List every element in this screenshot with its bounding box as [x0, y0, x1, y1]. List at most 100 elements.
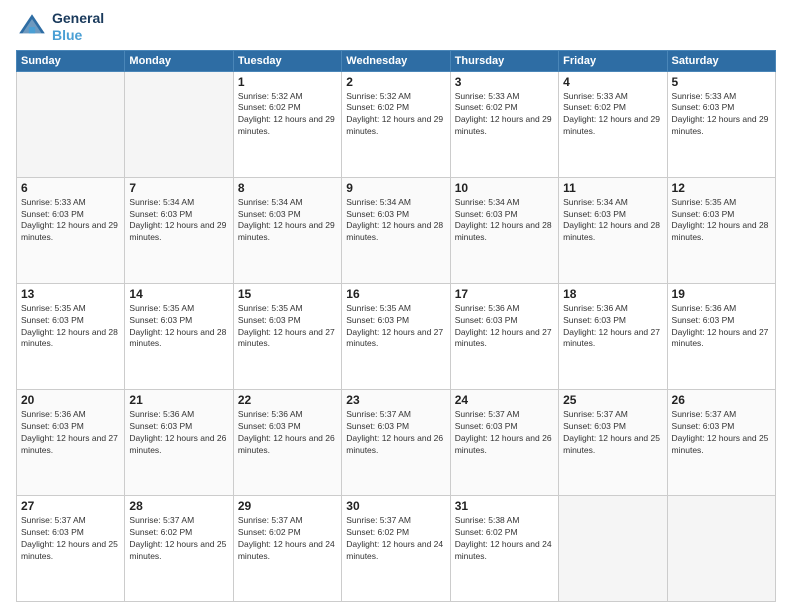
- calendar-week-2: 6 Sunrise: 5:33 AM Sunset: 6:03 PM Daylig…: [17, 177, 776, 283]
- logo-text: General Blue: [52, 10, 104, 44]
- day-number: 20: [21, 393, 120, 407]
- day-number: 4: [563, 75, 662, 89]
- calendar-cell: 17 Sunrise: 5:36 AM Sunset: 6:03 PM Dayli…: [450, 283, 558, 389]
- calendar-cell: 14Sunrise: 5:35 AM Sunset: 6:03 PM Dayli…: [125, 283, 233, 389]
- calendar-cell: [17, 71, 125, 177]
- calendar-cell: 18Sunrise: 5:36 AM Sunset: 6:03 PM Dayli…: [559, 283, 667, 389]
- day-number: 10: [455, 181, 554, 195]
- day-number: 19: [672, 287, 771, 301]
- weekday-header-tuesday: Tuesday: [233, 50, 341, 71]
- calendar-week-5: 27 Sunrise: 5:37 AM Sunset: 6:03 PM Dayli…: [17, 495, 776, 601]
- day-number: 13: [21, 287, 120, 301]
- day-info: Sunrise: 5:33 AM Sunset: 6:02 PM Dayligh…: [455, 91, 554, 139]
- day-number: 23: [346, 393, 445, 407]
- day-info: Sunrise: 5:37 AM Sunset: 6:03 PM Dayligh…: [672, 409, 771, 457]
- calendar-cell: 3 Sunrise: 5:33 AM Sunset: 6:02 PM Daylig…: [450, 71, 558, 177]
- day-number: 2: [346, 75, 445, 89]
- calendar-cell: [559, 495, 667, 601]
- weekday-header-saturday: Saturday: [667, 50, 775, 71]
- calendar-cell: 8 Sunrise: 5:34 AM Sunset: 6:03 PM Daylig…: [233, 177, 341, 283]
- day-number: 30: [346, 499, 445, 513]
- calendar-cell: 23 Sunrise: 5:37 AM Sunset: 6:03 PM Dayli…: [342, 389, 450, 495]
- day-number: 28: [129, 499, 228, 513]
- calendar-cell: 1 Sunrise: 5:32 AM Sunset: 6:02 PM Daylig…: [233, 71, 341, 177]
- page: General Blue SundayMondayTuesdayWednesda…: [0, 0, 792, 612]
- calendar-cell: 26Sunrise: 5:37 AM Sunset: 6:03 PM Dayli…: [667, 389, 775, 495]
- calendar-cell: 9 Sunrise: 5:34 AM Sunset: 6:03 PM Daylig…: [342, 177, 450, 283]
- calendar-cell: 24 Sunrise: 5:37 AM Sunset: 6:03 PM Dayli…: [450, 389, 558, 495]
- day-info: Sunrise: 5:35 AM Sunset: 6:03 PM Dayligh…: [672, 197, 771, 245]
- day-number: 25: [563, 393, 662, 407]
- day-number: 8: [238, 181, 337, 195]
- day-number: 7: [129, 181, 228, 195]
- calendar-cell: 21 Sunrise: 5:36 AM Sunset: 6:03 PM Dayli…: [125, 389, 233, 495]
- weekday-header-friday: Friday: [559, 50, 667, 71]
- calendar-cell: 2 Sunrise: 5:32 AM Sunset: 6:02 PM Daylig…: [342, 71, 450, 177]
- calendar-cell: 11 Sunrise: 5:34 AM Sunset: 6:03 PM Dayli…: [559, 177, 667, 283]
- day-info: Sunrise: 5:34 AM Sunset: 6:03 PM Dayligh…: [346, 197, 445, 245]
- calendar-cell: 27 Sunrise: 5:37 AM Sunset: 6:03 PM Dayli…: [17, 495, 125, 601]
- day-number: 27: [21, 499, 120, 513]
- calendar-cell: 10Sunrise: 5:34 AM Sunset: 6:03 PM Dayli…: [450, 177, 558, 283]
- day-number: 12: [672, 181, 771, 195]
- day-number: 1: [238, 75, 337, 89]
- day-info: Sunrise: 5:35 AM Sunset: 6:03 PM Dayligh…: [129, 303, 228, 351]
- calendar-cell: 28 Sunrise: 5:37 AM Sunset: 6:02 PM Dayli…: [125, 495, 233, 601]
- header: General Blue: [16, 10, 776, 44]
- day-number: 3: [455, 75, 554, 89]
- calendar-body: 1 Sunrise: 5:32 AM Sunset: 6:02 PM Daylig…: [17, 71, 776, 601]
- calendar-cell: 30 Sunrise: 5:37 AM Sunset: 6:02 PM Dayli…: [342, 495, 450, 601]
- day-info: Sunrise: 5:36 AM Sunset: 6:03 PM Dayligh…: [455, 303, 554, 351]
- day-info: Sunrise: 5:36 AM Sunset: 6:03 PM Dayligh…: [672, 303, 771, 351]
- day-info: Sunrise: 5:35 AM Sunset: 6:03 PM Dayligh…: [238, 303, 337, 351]
- day-info: Sunrise: 5:34 AM Sunset: 6:03 PM Dayligh…: [563, 197, 662, 245]
- day-info: Sunrise: 5:32 AM Sunset: 6:02 PM Dayligh…: [238, 91, 337, 139]
- day-info: Sunrise: 5:34 AM Sunset: 6:03 PM Dayligh…: [129, 197, 228, 245]
- day-info: Sunrise: 5:36 AM Sunset: 6:03 PM Dayligh…: [238, 409, 337, 457]
- calendar-cell: 13 Sunrise: 5:35 AM Sunset: 6:03 PM Dayli…: [17, 283, 125, 389]
- day-number: 21: [129, 393, 228, 407]
- day-number: 6: [21, 181, 120, 195]
- day-info: Sunrise: 5:37 AM Sunset: 6:02 PM Dayligh…: [129, 515, 228, 563]
- logo-icon: [16, 11, 48, 43]
- calendar-cell: 4Sunrise: 5:33 AM Sunset: 6:02 PM Daylig…: [559, 71, 667, 177]
- calendar-week-1: 1 Sunrise: 5:32 AM Sunset: 6:02 PM Daylig…: [17, 71, 776, 177]
- day-info: Sunrise: 5:37 AM Sunset: 6:03 PM Dayligh…: [455, 409, 554, 457]
- day-number: 17: [455, 287, 554, 301]
- day-info: Sunrise: 5:35 AM Sunset: 6:03 PM Dayligh…: [346, 303, 445, 351]
- calendar-cell: 5Sunrise: 5:33 AM Sunset: 6:03 PM Daylig…: [667, 71, 775, 177]
- day-info: Sunrise: 5:38 AM Sunset: 6:02 PM Dayligh…: [455, 515, 554, 563]
- weekday-header-monday: Monday: [125, 50, 233, 71]
- calendar: SundayMondayTuesdayWednesdayThursdayFrid…: [16, 50, 776, 602]
- day-info: Sunrise: 5:37 AM Sunset: 6:02 PM Dayligh…: [346, 515, 445, 563]
- day-info: Sunrise: 5:37 AM Sunset: 6:03 PM Dayligh…: [21, 515, 120, 563]
- calendar-week-3: 13 Sunrise: 5:35 AM Sunset: 6:03 PM Dayli…: [17, 283, 776, 389]
- weekday-header-wednesday: Wednesday: [342, 50, 450, 71]
- day-number: 11: [563, 181, 662, 195]
- day-number: 15: [238, 287, 337, 301]
- calendar-cell: 16 Sunrise: 5:35 AM Sunset: 6:03 PM Dayli…: [342, 283, 450, 389]
- day-info: Sunrise: 5:37 AM Sunset: 6:03 PM Dayligh…: [346, 409, 445, 457]
- calendar-cell: 31Sunrise: 5:38 AM Sunset: 6:02 PM Dayli…: [450, 495, 558, 601]
- logo: General Blue: [16, 10, 104, 44]
- day-number: 16: [346, 287, 445, 301]
- calendar-cell: 25Sunrise: 5:37 AM Sunset: 6:03 PM Dayli…: [559, 389, 667, 495]
- weekday-header-sunday: Sunday: [17, 50, 125, 71]
- day-info: Sunrise: 5:35 AM Sunset: 6:03 PM Dayligh…: [21, 303, 120, 351]
- calendar-cell: 20 Sunrise: 5:36 AM Sunset: 6:03 PM Dayli…: [17, 389, 125, 495]
- day-info: Sunrise: 5:36 AM Sunset: 6:03 PM Dayligh…: [21, 409, 120, 457]
- day-number: 18: [563, 287, 662, 301]
- calendar-cell: 29 Sunrise: 5:37 AM Sunset: 6:02 PM Dayli…: [233, 495, 341, 601]
- day-info: Sunrise: 5:32 AM Sunset: 6:02 PM Dayligh…: [346, 91, 445, 139]
- weekday-header-thursday: Thursday: [450, 50, 558, 71]
- day-number: 24: [455, 393, 554, 407]
- day-number: 5: [672, 75, 771, 89]
- day-info: Sunrise: 5:33 AM Sunset: 6:03 PM Dayligh…: [21, 197, 120, 245]
- day-info: Sunrise: 5:37 AM Sunset: 6:02 PM Dayligh…: [238, 515, 337, 563]
- calendar-cell: 22Sunrise: 5:36 AM Sunset: 6:03 PM Dayli…: [233, 389, 341, 495]
- day-info: Sunrise: 5:34 AM Sunset: 6:03 PM Dayligh…: [238, 197, 337, 245]
- day-number: 9: [346, 181, 445, 195]
- calendar-cell: 6 Sunrise: 5:33 AM Sunset: 6:03 PM Daylig…: [17, 177, 125, 283]
- day-number: 29: [238, 499, 337, 513]
- day-info: Sunrise: 5:36 AM Sunset: 6:03 PM Dayligh…: [129, 409, 228, 457]
